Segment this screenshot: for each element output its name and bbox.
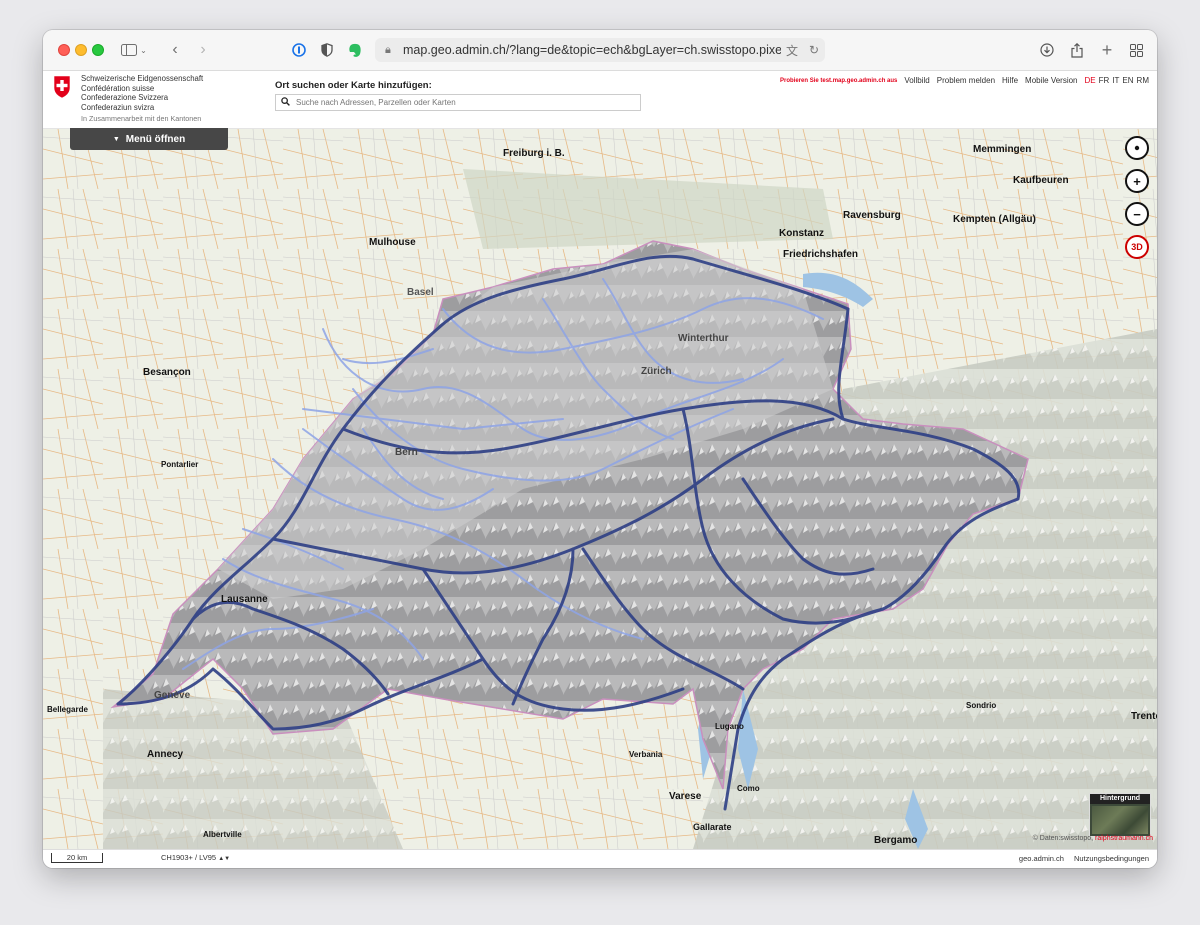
lang-de[interactable]: DE bbox=[1085, 76, 1096, 85]
place-bern: Bern bbox=[395, 447, 418, 458]
place-annecy: Annecy bbox=[147, 749, 184, 760]
background-layer-selector[interactable]: Hintergrund bbox=[1089, 793, 1151, 837]
place-trento: Trento bbox=[1131, 711, 1157, 722]
link-help[interactable]: Hilfe bbox=[1002, 76, 1018, 85]
confed-fr: Confédération suisse bbox=[81, 83, 155, 93]
footer-link-terms[interactable]: Nutzungsbedingungen bbox=[1074, 854, 1149, 863]
menu-label: Menü öffnen bbox=[125, 133, 186, 145]
url-text: map.geo.admin.ch/?lang=de&topic=ech&bgLa… bbox=[403, 43, 781, 57]
zoom-window-button[interactable] bbox=[92, 44, 104, 56]
place-lausanne: Lausanne bbox=[221, 594, 268, 605]
forward-icon[interactable]: › bbox=[195, 39, 211, 61]
place-winterthur: Winterthur bbox=[678, 333, 729, 344]
search-input[interactable] bbox=[294, 97, 640, 108]
top-links: Probieren Sie test.map.geo.admin.ch aus … bbox=[780, 76, 1149, 85]
lang-rm[interactable]: RM bbox=[1137, 76, 1149, 85]
crs-value: CH1903+ / LV95 bbox=[161, 853, 217, 862]
place-gallarate: Gallarate bbox=[693, 822, 732, 832]
crs-selector[interactable]: CH1903+ / LV95 ▲▼ bbox=[161, 853, 230, 862]
language-switcher: DE FR IT EN RM bbox=[1085, 76, 1149, 85]
copyright-text: © Daten:swisstopo, bbox=[1032, 835, 1096, 842]
address-bar[interactable]: 🔒︎ map.geo.admin.ch/?lang=de&topic=ech&b… bbox=[375, 38, 825, 62]
place-basel: Basel bbox=[407, 287, 434, 298]
link-report-problem[interactable]: Problem melden bbox=[937, 76, 995, 85]
close-window-button[interactable] bbox=[58, 44, 70, 56]
3d-toggle-button[interactable]: 3D bbox=[1125, 235, 1149, 259]
place-varese: Varese bbox=[669, 791, 702, 802]
plus-icon: + bbox=[1133, 173, 1141, 189]
password-manager-icon[interactable] bbox=[291, 39, 307, 61]
zoom-out-button[interactable]: − bbox=[1125, 202, 1149, 226]
lang-it[interactable]: IT bbox=[1112, 76, 1119, 85]
place-verbania: Verbania bbox=[629, 750, 663, 759]
lang-fr[interactable]: FR bbox=[1099, 76, 1110, 85]
copyright-notice: © Daten:swisstopo, ralphstraumann.ch bbox=[1033, 835, 1153, 842]
search-label: Ort suchen oder Karte hinzufügen: bbox=[275, 80, 432, 91]
tab-overview-icon[interactable] bbox=[1127, 39, 1145, 61]
background-thumbnail bbox=[1092, 806, 1148, 834]
place-kaufbeuren: Kaufbeuren bbox=[1013, 175, 1069, 186]
link-mobile-version[interactable]: Mobile Version bbox=[1025, 76, 1077, 85]
background-label: Hintergrund bbox=[1090, 794, 1150, 804]
place-memmingen: Memmingen bbox=[973, 144, 1031, 155]
zoom-in-button[interactable]: + bbox=[1125, 169, 1149, 193]
place-kempten: Kempten (Allgäu) bbox=[953, 214, 1036, 225]
place-konstanz: Konstanz bbox=[779, 228, 824, 239]
downloads-icon[interactable] bbox=[1038, 39, 1056, 61]
back-icon[interactable]: ‹ bbox=[167, 39, 183, 61]
caret-down-icon: ▼ bbox=[112, 135, 120, 143]
reload-icon[interactable]: ↻ bbox=[803, 43, 825, 57]
confed-de: Schweizerische Eidgenossenschaft bbox=[81, 74, 204, 83]
evernote-icon[interactable] bbox=[346, 39, 364, 61]
confederation-title: Schweizerische Eidgenossenschaft Confédé… bbox=[81, 74, 203, 124]
place-bellegarde: Bellegarde bbox=[47, 705, 88, 714]
sidebar-toggle-icon[interactable]: ⌄ bbox=[119, 39, 149, 61]
browser-window: ⌄ ‹ › 🔒︎ map.geo.admin.ch/?lang=de&topic… bbox=[43, 30, 1157, 868]
map-base-layer: Freiburg i. B. Mulhouse Basel Besançon Z… bbox=[43, 129, 1157, 849]
link-fullscreen[interactable]: Vollbild bbox=[904, 76, 929, 85]
browser-toolbar: ⌄ ‹ › 🔒︎ map.geo.admin.ch/?lang=de&topic… bbox=[43, 30, 1157, 71]
place-mulhouse: Mulhouse bbox=[369, 237, 416, 248]
map-footer: 20 km CH1903+ / LV95 ▲▼ geo.admin.ch Nut… bbox=[43, 849, 1157, 868]
place-sondrio: Sondrio bbox=[966, 701, 996, 710]
lang-en[interactable]: EN bbox=[1122, 76, 1133, 85]
search-box[interactable] bbox=[275, 94, 641, 111]
confed-rm: Confederaziun svizra bbox=[81, 102, 155, 112]
swiss-crest-icon bbox=[53, 75, 71, 99]
geolocation-button[interactable] bbox=[1125, 136, 1149, 160]
cantons-subtitle: In Zusammenarbeit mit den Kantonen bbox=[81, 114, 202, 123]
footer-link-geoadmin[interactable]: geo.admin.ch bbox=[1019, 854, 1064, 863]
minimize-window-button[interactable] bbox=[75, 44, 87, 56]
place-besancon: Besançon bbox=[143, 367, 191, 378]
place-lugano: Lugano bbox=[715, 722, 744, 731]
share-icon[interactable] bbox=[1068, 39, 1086, 61]
confed-it: Confederazione Svizzera bbox=[81, 93, 169, 102]
promo-link[interactable]: Probieren Sie test.map.geo.admin.ch aus bbox=[780, 78, 897, 84]
shield-icon[interactable] bbox=[319, 39, 335, 61]
search-icon bbox=[276, 96, 294, 109]
place-ravensburg: Ravensburg bbox=[843, 210, 901, 221]
location-target-icon bbox=[1134, 145, 1140, 151]
footer-links: geo.admin.ch Nutzungsbedingungen bbox=[1019, 854, 1149, 863]
scale-bar: 20 km bbox=[51, 853, 103, 863]
place-como: Como bbox=[737, 784, 760, 793]
place-pontarlier: Pontarlier bbox=[161, 460, 198, 469]
translate-icon[interactable]: 文 bbox=[781, 42, 803, 59]
place-freiburg: Freiburg i. B. bbox=[503, 148, 565, 159]
3d-label: 3D bbox=[1131, 242, 1143, 252]
place-albertville: Albertville bbox=[203, 830, 242, 839]
lock-icon: 🔒︎ bbox=[385, 43, 391, 56]
place-zurich: Zürich bbox=[641, 366, 672, 377]
copyright-link[interactable]: ralphstraumann.ch bbox=[1095, 835, 1153, 842]
new-tab-icon[interactable]: + bbox=[1098, 39, 1116, 61]
minus-icon: − bbox=[1133, 206, 1141, 222]
place-geneve: Genève bbox=[154, 690, 191, 701]
place-bergamo: Bergamo bbox=[874, 835, 917, 846]
select-arrows-icon: ▲▼ bbox=[218, 856, 231, 862]
site-header: Schweizerische Eidgenossenschaft Confédé… bbox=[43, 71, 1157, 129]
map-canvas[interactable]: Freiburg i. B. Mulhouse Basel Besançon Z… bbox=[43, 129, 1157, 849]
place-friedrichshafen: Friedrichshafen bbox=[783, 249, 858, 260]
open-menu-button[interactable]: ▼ Menü öffnen bbox=[70, 128, 228, 150]
